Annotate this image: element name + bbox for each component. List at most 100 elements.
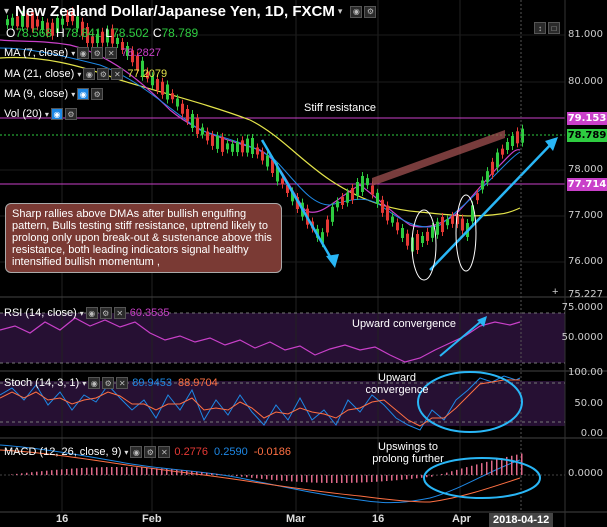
macd-hist-bar	[446, 472, 448, 475]
chevron-down-icon[interactable]: ▾	[77, 70, 81, 79]
macd-hist-bar	[41, 471, 43, 475]
macd-hist-bar	[46, 470, 48, 475]
macd-hist-bar	[311, 475, 313, 483]
study-vol[interactable]: Vol (20) ▾ ◉ ⚙	[4, 108, 77, 120]
macd-hist-bar	[476, 464, 478, 475]
candle-body	[496, 152, 499, 168]
chevron-down-icon[interactable]: ▾	[82, 379, 86, 388]
chart-title[interactable]: New Zealand Dollar/Japanese Yen, 1D, FXC…	[15, 3, 335, 20]
close-icon[interactable]: ✕	[158, 446, 171, 458]
macd-hist-bar	[91, 467, 93, 475]
macd-hist-bar	[206, 472, 208, 475]
chevron-down-icon[interactable]: ▾	[71, 90, 75, 99]
visibility-icon[interactable]: ◉	[77, 47, 90, 59]
close-icon[interactable]: ✕	[111, 68, 124, 80]
chevron-down-icon[interactable]: ▾	[4, 6, 9, 17]
price-tick: 80.000	[568, 76, 603, 87]
settings-icon[interactable]: ⚙	[64, 108, 77, 120]
ma7-label[interactable]: MA (7, close)	[4, 47, 68, 59]
settings-icon[interactable]: ⚙	[91, 88, 104, 100]
move-up-icon[interactable]: ↕	[534, 22, 546, 34]
rsi-label[interactable]: RSI (14, close)	[4, 307, 77, 319]
macd-hist-bar	[136, 467, 138, 475]
macd-hist-bar	[456, 469, 458, 475]
macd-hist-bar	[96, 467, 98, 475]
candle-body	[191, 114, 194, 128]
chevron-down-icon[interactable]: ▾	[45, 110, 49, 119]
macd-hist-bar	[291, 475, 293, 482]
candle-body	[391, 216, 394, 223]
time-tick: 16	[372, 513, 385, 525]
time-tick: Mar	[286, 513, 306, 525]
candle-body	[511, 136, 514, 146]
chevron-down-icon[interactable]: ▾	[80, 309, 84, 318]
vol-label[interactable]: Vol (20)	[4, 108, 42, 120]
rsi-header[interactable]: RSI (14, close) ▾ ◉ ⚙ ✕ 60.3535	[4, 307, 170, 319]
macd-header[interactable]: MACD (12, 26, close, 9) ▾ ◉ ⚙ ✕ 0.2776 0…	[4, 446, 291, 458]
candle-body	[6, 19, 9, 26]
visibility-icon[interactable]: ◉	[85, 307, 98, 319]
visibility-icon[interactable]: ◉	[77, 88, 90, 100]
settings-icon[interactable]: ⚙	[97, 68, 110, 80]
settings-icon[interactable]: ⚙	[144, 446, 157, 458]
stoch-label[interactable]: Stoch (14, 3, 1)	[4, 377, 79, 389]
macd-hist-bar	[21, 473, 23, 475]
visibility-icon[interactable]: ◉	[350, 5, 363, 18]
close-icon[interactable]: ✕	[113, 307, 126, 319]
stoch-header[interactable]: Stoch (14, 3, 1) ▾ ◉ ⚙ ✕ 89.9453 88.9704	[4, 377, 218, 389]
macd-hist-bar	[421, 475, 423, 478]
candle-body	[501, 148, 504, 155]
visibility-icon[interactable]: ◉	[88, 377, 101, 389]
stoch-k-value: 89.9453	[132, 377, 172, 389]
candle-body	[201, 127, 204, 135]
add-icon[interactable]: +	[552, 286, 558, 298]
maximize-icon[interactable]: □	[548, 22, 560, 34]
macd-hist-bar	[346, 475, 348, 483]
low-value: 78.502	[112, 26, 149, 40]
study-ma21[interactable]: MA (21, close) ▾ ◉ ⚙ ✕ 77.2079	[4, 68, 167, 80]
macd-hist-bar	[481, 463, 483, 475]
visibility-icon[interactable]: ◉	[50, 108, 63, 120]
macd-hist-bar	[211, 473, 213, 475]
macd-hist-bar	[416, 475, 418, 479]
candle-body	[166, 84, 169, 100]
macd-hist-bar	[306, 475, 308, 483]
settings-icon[interactable]: ⚙	[102, 377, 115, 389]
candle-body	[221, 136, 224, 152]
ma9-label[interactable]: MA (9, close)	[4, 88, 68, 100]
close-icon[interactable]: ✕	[105, 47, 118, 59]
settings-icon[interactable]: ⚙	[91, 47, 104, 59]
close-icon[interactable]: ✕	[116, 377, 129, 389]
macd-hist-bar	[66, 468, 68, 475]
chevron-down-icon[interactable]: ▾	[71, 49, 75, 58]
macd-hist-bar	[386, 475, 388, 482]
study-ma7[interactable]: MA (7, close) ▾ ◉ ⚙ ✕ 78.2827	[4, 47, 161, 59]
candle-body	[186, 109, 189, 121]
macd-hist-bar	[296, 475, 298, 482]
macd-hist-bar	[61, 469, 63, 475]
title-menu-icon[interactable]: ▾	[338, 6, 343, 17]
settings-icon[interactable]: ⚙	[364, 5, 377, 18]
visibility-icon[interactable]: ◉	[130, 446, 143, 458]
candle-body	[446, 219, 449, 226]
macd-hist-bar	[466, 467, 468, 475]
analysis-comment: Sharp rallies above DMAs after bullish e…	[5, 203, 282, 273]
macd-label[interactable]: MACD (12, 26, close, 9)	[4, 446, 121, 458]
macd-hist-bar	[146, 467, 148, 475]
chart-header: ▾ New Zealand Dollar/Japanese Yen, 1D, F…	[4, 3, 377, 20]
macd-hist-bar	[486, 461, 488, 475]
settings-icon[interactable]: ⚙	[99, 307, 112, 319]
candle-body	[421, 236, 424, 243]
candle-body	[246, 138, 249, 153]
macd-hist-bar	[186, 470, 188, 475]
study-ma9[interactable]: MA (9, close) ▾ ◉ ⚙	[4, 88, 104, 100]
macd-hist-bar	[496, 459, 498, 475]
macd-hist-bar	[156, 468, 158, 475]
chevron-down-icon[interactable]: ▾	[124, 448, 128, 457]
time-tick: Apr	[452, 513, 471, 525]
visibility-icon[interactable]: ◉	[83, 68, 96, 80]
rsi-convergence-note: Upward convergence	[352, 318, 456, 330]
price-tick: 76.000	[568, 256, 603, 267]
ma21-label[interactable]: MA (21, close)	[4, 68, 74, 80]
candle-body	[331, 206, 334, 222]
